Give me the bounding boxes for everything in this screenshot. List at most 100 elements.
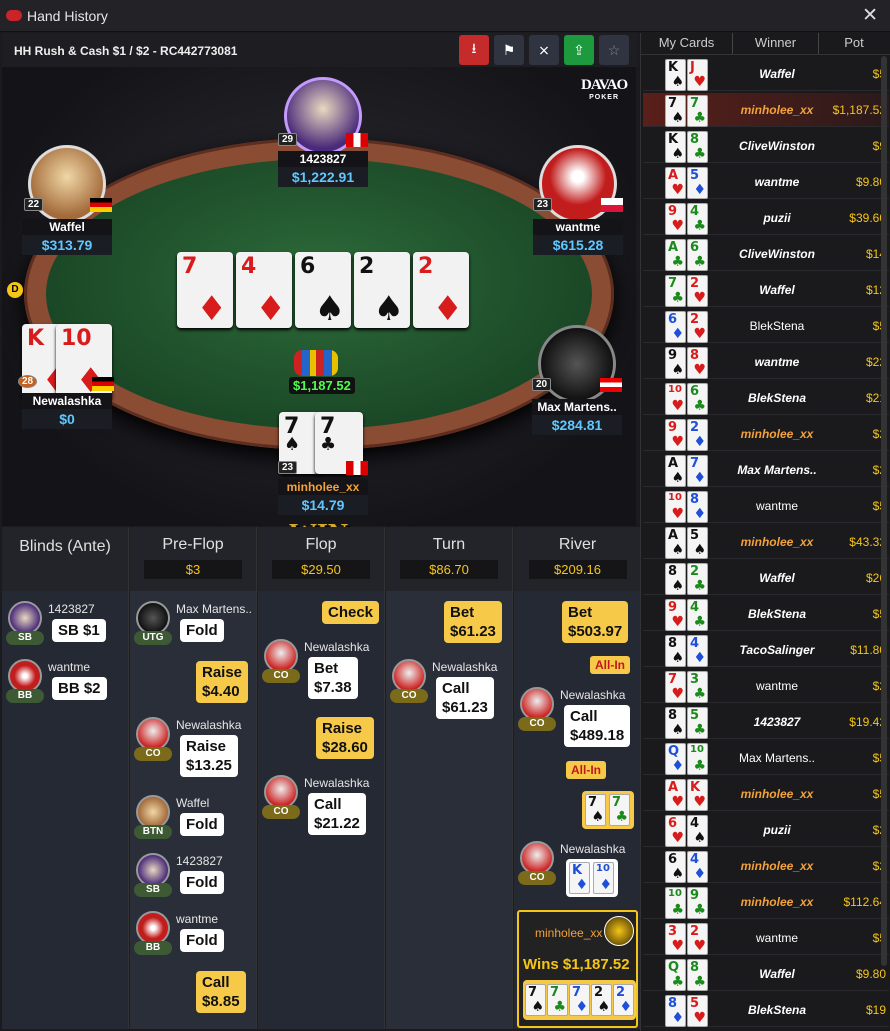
seat-name: wantme: [533, 219, 623, 235]
seat-waffel[interactable]: 22 Waffel $313.79: [22, 145, 112, 255]
hand-card: A ♠: [665, 455, 686, 487]
hand-pot: $1,187.52: [832, 103, 886, 117]
hand-row[interactable]: 3 ♥ 2 ♥ wantme $5: [643, 921, 889, 955]
hand-card: 3 ♥: [665, 923, 686, 955]
winner-name: minholee_xx: [535, 926, 603, 940]
hand-row[interactable]: 8 ♠ 4 ♦ TacoSalinger $11.80: [643, 633, 889, 667]
download-button[interactable]: ⭳: [459, 35, 489, 65]
hand-card: A ♠: [665, 527, 686, 559]
col-header-pot[interactable]: Pot: [819, 33, 889, 54]
hand-row[interactable]: 9 ♥ 4 ♣ BlekStena $5: [643, 597, 889, 631]
seat-name: 1423827: [278, 151, 368, 167]
hand-card: 9 ♥: [665, 419, 686, 451]
seat-minholee-xx[interactable]: 23 minholee_xx $14.79: [278, 461, 368, 515]
hand-winner: wantme: [754, 175, 800, 189]
col-header-my-cards[interactable]: My Cards: [641, 33, 733, 54]
action-bubble: BB $2: [52, 677, 107, 700]
action-player: 1423827: [176, 854, 223, 868]
action-item: CO Newalashka Bet $7.38: [262, 639, 387, 699]
hand-card: 7 ♣: [665, 275, 686, 307]
showdown-card: K ♦: [569, 862, 590, 894]
hand-row[interactable]: 6 ♦ 2 ♥ BlekStena $5: [643, 309, 889, 343]
hand-row[interactable]: Q ♣ 8 ♣ Waffel $9.80: [643, 957, 889, 991]
hand-card: 4 ♦: [687, 635, 708, 667]
winning-hand: 7 ♠ 7 ♣ 7 ♦ 2 ♠ 2 ♦: [523, 980, 636, 1020]
action-bubble: Call $489.18: [564, 705, 631, 747]
window-titlebar: Hand History ✕: [0, 0, 890, 32]
street-name: Blinds (Ante): [19, 538, 111, 555]
close-icon[interactable]: ✕: [862, 4, 878, 27]
action-bubble: Call $61.23: [436, 677, 494, 719]
seat-newalashka[interactable]: 28 Newalashka $0: [18, 375, 114, 429]
all-in-badge: All-In: [590, 656, 630, 674]
favorite-button[interactable]: ☆: [599, 35, 629, 65]
report-button[interactable]: ⚑: [494, 35, 524, 65]
hand-card: 7 ♠: [665, 95, 686, 127]
action-bubble: Raise $13.25: [180, 735, 238, 777]
action-item: BTN Waffel Fold: [134, 795, 259, 851]
action-player: Max Martens..: [176, 602, 253, 616]
hand-row[interactable]: 7 ♣ 2 ♥ Waffel $12: [643, 273, 889, 307]
hand-row[interactable]: 8 ♦ 5 ♥ BlekStena $19: [643, 993, 889, 1027]
hand-row[interactable]: 8 ♠ 2 ♣ Waffel $26: [643, 561, 889, 595]
seat-1423827[interactable]: 29 1423827 $1,222.91: [278, 77, 368, 187]
action-bubble: Fold: [180, 813, 224, 836]
level-badge: 22: [24, 198, 44, 211]
hand-card: 4 ♣: [687, 599, 708, 631]
flag-icon: [92, 377, 114, 391]
hand-row[interactable]: 9 ♠ 8 ♥ wantme $22: [643, 345, 889, 379]
hand-row[interactable]: 6 ♠ 4 ♦ minholee_xx $2: [643, 849, 889, 883]
avatar: [136, 911, 170, 945]
hand-row[interactable]: A ♣ 6 ♣ CliveWinston $14: [643, 237, 889, 271]
hand-row[interactable]: 10 ♥ 8 ♦ wantme $5: [643, 489, 889, 523]
hand-row[interactable]: 9 ♥ 2 ♦ minholee_xx $2: [643, 417, 889, 451]
hero-action-bubble: Raise $28.60: [316, 717, 374, 759]
hand-card: 8 ♠: [665, 635, 686, 667]
col-header-winner[interactable]: Winner: [733, 33, 819, 54]
hand-card: 8 ♠: [665, 707, 686, 739]
position-badge: CO: [262, 805, 300, 819]
hand-row[interactable]: 6 ♥ 4 ♠ puzii $2: [643, 813, 889, 847]
hand-card: 8 ♣: [687, 131, 708, 163]
hand-card: 8 ♦: [687, 491, 708, 523]
hand-row[interactable]: 8 ♠ 5 ♣ 1423827 $19.42: [643, 705, 889, 739]
action-item: CO Newalashka K ♦ 10 ♦: [518, 841, 643, 897]
hand-row[interactable]: K ♠ J ♥ Waffel $5: [643, 57, 889, 91]
hand-card: 5 ♠: [687, 527, 708, 559]
hand-row[interactable]: A ♠ 5 ♠ minholee_xx $43.32: [643, 525, 889, 559]
hand-winner: BlekStena: [747, 391, 807, 405]
no-replay-button[interactable]: ⨯: [529, 35, 559, 65]
action-item: CO Newalashka Call $21.22: [262, 775, 387, 835]
street-actions: Blinds (Ante) SB 1423827 SB $1 BB wantme…: [2, 527, 641, 1029]
seat-wantme[interactable]: 23 wantme $615.28: [533, 145, 623, 255]
hand-row[interactable]: A ♠ 7 ♦ Max Martens.. $2: [643, 453, 889, 487]
hand-card: 2 ♥: [687, 311, 708, 343]
showdown-card: 7 ♣: [609, 794, 630, 826]
hand-winner: minholee_xx: [740, 535, 814, 549]
action-item: BB wantme BB $2: [6, 659, 131, 715]
share-button[interactable]: ⇪: [564, 35, 594, 65]
showdown-card: 10 ♦: [593, 862, 614, 894]
sidebar-scrollbar[interactable]: [881, 56, 887, 966]
hand-row[interactable]: 9 ♥ 4 ♣ puzii $39.60: [643, 201, 889, 235]
hand-row[interactable]: 10 ♣ 9 ♣ minholee_xx $112.64: [643, 885, 889, 919]
hand-winner: minholee_xx: [740, 859, 814, 873]
hand-card: 6 ♣: [687, 383, 708, 415]
hand-card: 9 ♠: [665, 347, 686, 379]
position-badge: CO: [134, 747, 172, 761]
hand-card: A ♣: [665, 239, 686, 271]
hand-card: 8 ♥: [687, 347, 708, 379]
action-bubble: Bet $7.38: [308, 657, 358, 699]
win-card: 2 ♠: [591, 984, 612, 1016]
hand-row[interactable]: 7 ♠ 7 ♣ minholee_xx $1,187.52: [643, 93, 889, 127]
hand-winner: minholee_xx: [740, 787, 814, 801]
hand-row[interactable]: A ♥ 5 ♦ wantme $9.80: [643, 165, 889, 199]
hand-row[interactable]: A ♥ K ♥ minholee_xx $5: [643, 777, 889, 811]
hand-row[interactable]: Q ♦ 10 ♣ Max Martens.. $5: [643, 741, 889, 775]
hand-row[interactable]: K ♠ 8 ♣ CliveWinston $9: [643, 129, 889, 163]
hand-row[interactable]: 7 ♥ 3 ♣ wantme $2: [643, 669, 889, 703]
win-card: 7 ♣: [547, 984, 568, 1016]
hand-card: 9 ♥: [665, 203, 686, 235]
hand-row[interactable]: 10 ♥ 6 ♣ BlekStena $21: [643, 381, 889, 415]
seat-max-martens[interactable]: 20 Max Martens.. $284.81: [532, 325, 622, 435]
